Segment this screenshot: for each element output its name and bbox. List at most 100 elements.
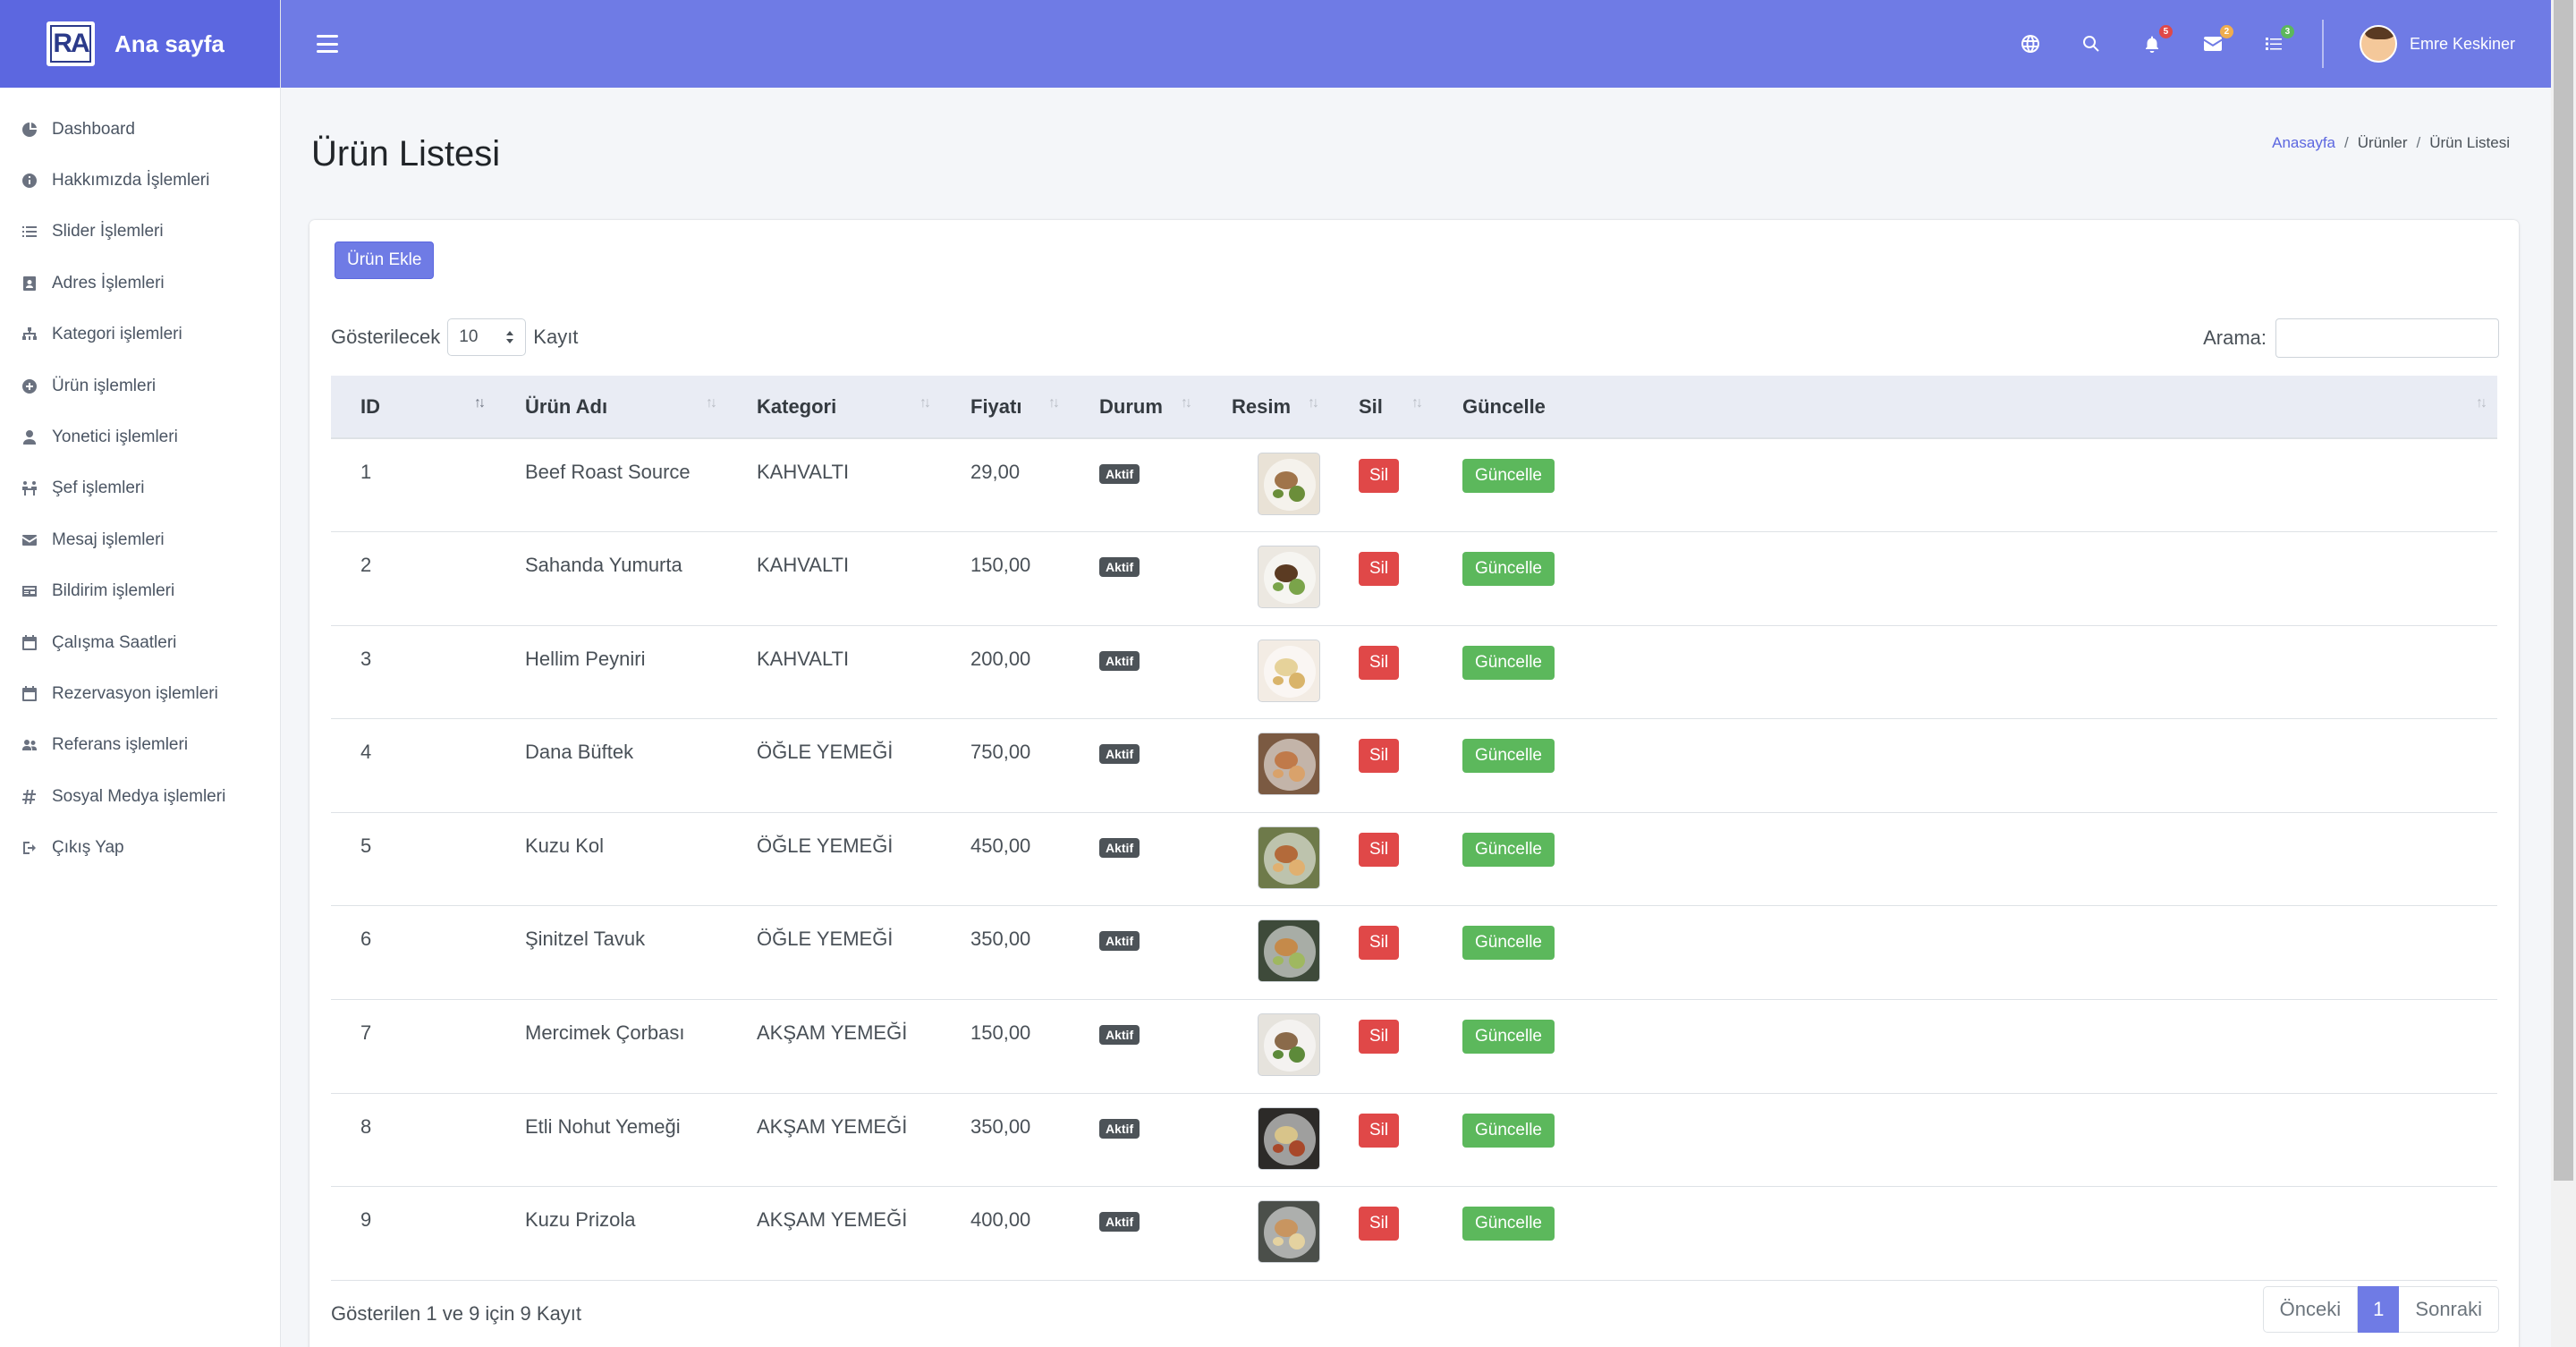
plus-circle-icon <box>20 377 39 396</box>
product-image <box>1258 639 1320 702</box>
update-button[interactable]: Güncelle <box>1462 645 1555 680</box>
delete-button[interactable]: Sil <box>1359 1113 1400 1148</box>
info-icon <box>20 171 39 191</box>
table-header: ID ↑↓ Ürün Adı ↑↓ Kategori ↑↓ Fiyatı ↑↓ Durum ↑↓ R… <box>331 376 2497 439</box>
user-name: Emre Keskiner <box>2409 34 2515 53</box>
sidebar-item-1[interactable]: Hakkımızda İşlemleri <box>0 155 280 206</box>
cell-update: Güncelle <box>1433 532 2497 626</box>
cell-id: 9 <box>360 1208 372 1232</box>
delete-button[interactable]: Sil <box>1359 645 1400 680</box>
status-badge: Aktif <box>1099 650 1140 671</box>
product-image <box>1258 826 1320 889</box>
cell-update: Güncelle <box>1433 438 2497 532</box>
column-header[interactable]: Resim ↑↓ <box>1202 376 1329 439</box>
tasks-icon[interactable]: 3 <box>2261 25 2294 56</box>
sidebar-item-12[interactable]: Referans işlemleri <box>0 720 280 771</box>
cell-id: 1 <box>360 461 372 483</box>
status-badge: Aktif <box>1099 464 1140 484</box>
table-row: 8 Etli Nohut Yemeği AKŞAM YEMEĞİ 350,00 Akti… <box>331 1093 2497 1187</box>
sidebar-item-3[interactable]: Adres İşlemleri <box>0 258 280 309</box>
column-header[interactable]: Kategori ↑↓ <box>727 376 941 439</box>
update-button[interactable]: Güncelle <box>1462 459 1555 493</box>
delete-button[interactable]: Sil <box>1359 832 1400 867</box>
search-input[interactable] <box>2275 318 2499 358</box>
update-button[interactable]: Güncelle <box>1462 552 1555 587</box>
envelope-icon[interactable]: 2 <box>2200 25 2233 56</box>
search-icon[interactable] <box>2079 31 2104 56</box>
bell-icon[interactable]: 5 <box>2140 25 2173 56</box>
status-badge: Aktif <box>1099 837 1140 858</box>
delete-button[interactable]: Sil <box>1359 552 1400 587</box>
delete-button[interactable]: Sil <box>1359 459 1400 493</box>
page-length-select[interactable]: 10 <box>447 318 527 356</box>
column-header-label: Ürün Adı <box>525 394 608 418</box>
delete-button[interactable]: Sil <box>1359 1207 1400 1241</box>
product-image <box>1258 546 1320 609</box>
length-label-before: Gösterilecek <box>331 326 441 348</box>
sidebar-item-label: Hakkımızda İşlemleri <box>52 171 210 191</box>
cell-status: Aktif <box>1070 906 1202 1000</box>
update-button[interactable]: Güncelle <box>1462 1113 1555 1148</box>
column-header-label: ID <box>360 394 380 418</box>
address-card-icon <box>20 274 39 293</box>
column-header[interactable]: Sil ↑↓ <box>1329 376 1433 439</box>
menu-toggle-icon[interactable] <box>317 35 338 53</box>
sort-icon: ↑↓ <box>706 395 717 411</box>
sidebar-item-4[interactable]: Kategori işlemleri <box>0 309 280 360</box>
cell-status: Aktif <box>1070 1093 1202 1187</box>
page-title: Ürün Listesi <box>311 134 501 174</box>
sidebar-item-11[interactable]: Rezervasyon işlemleri <box>0 668 280 719</box>
sidebar-item-6[interactable]: Yonetici işlemleri <box>0 411 280 462</box>
update-button[interactable]: Güncelle <box>1462 926 1555 961</box>
cell-id: 8 <box>360 1114 372 1138</box>
brand-link[interactable]: RA Ana sayfa <box>0 0 280 88</box>
cell-delete: Sil <box>1329 625 1433 719</box>
user-menu[interactable]: Emre Keskiner <box>2359 25 2515 63</box>
update-button[interactable]: Güncelle <box>1462 832 1555 867</box>
sidebar-item-7[interactable]: Şef işlemleri <box>0 463 280 514</box>
page-button-1[interactable]: 1 <box>2358 1286 2400 1333</box>
column-header[interactable]: Durum ↑↓ <box>1070 376 1202 439</box>
delete-button[interactable]: Sil <box>1359 1020 1400 1055</box>
cell-image <box>1202 625 1329 719</box>
column-header[interactable]: ID ↑↓ <box>331 376 496 439</box>
sidebar-item-2[interactable]: Slider İşlemleri <box>0 207 280 258</box>
delete-button[interactable]: Sil <box>1359 926 1400 961</box>
sidebar-item-5[interactable]: Ürün işlemleri <box>0 360 280 411</box>
product-image <box>1258 733 1320 796</box>
main-content: Ürün Listesi Anasayfa / Ürünler / Ürün Liste… <box>281 88 2551 1347</box>
column-header[interactable]: Fiyatı ↑↓ <box>941 376 1070 439</box>
table-row: 2 Sahanda Yumurta KAHVALTI 150,00 Aktif Sil Gü… <box>331 532 2497 626</box>
topbar-divider <box>2321 20 2324 68</box>
table-body: 1 Beef Roast Source KAHVALTI 29,00 Aktif Sil G… <box>331 438 2497 1281</box>
brand-logo: RA <box>47 21 95 66</box>
cell-product-name: Şinitzel Tavuk <box>525 928 646 951</box>
scrollbar-thumb[interactable] <box>2554 0 2573 1181</box>
next-page-button[interactable]: Sonraki <box>2399 1286 2499 1333</box>
cell-image <box>1202 906 1329 1000</box>
sidebar-item-8[interactable]: Mesaj işlemleri <box>0 514 280 565</box>
sidebar-item-13[interactable]: Sosyal Medya işlemleri <box>0 771 280 822</box>
column-header[interactable]: Güncelle ↑↓ <box>1433 376 2497 439</box>
column-header[interactable]: Ürün Adı ↑↓ <box>496 376 727 439</box>
update-button[interactable]: Güncelle <box>1462 1207 1555 1241</box>
cell-status: Aktif <box>1070 625 1202 719</box>
delete-button[interactable]: Sil <box>1359 739 1400 774</box>
sidebar-item-9[interactable]: Bildirim işlemleri <box>0 566 280 617</box>
sidebar-item-0[interactable]: Dashboard <box>0 104 280 155</box>
dashboard-icon <box>20 120 39 140</box>
previous-page-button[interactable]: Önceki <box>2262 1286 2359 1333</box>
add-product-button[interactable]: Ürün Ekle <box>335 241 435 279</box>
page: RA Ana sayfa Dashboard Hakkımızda İşlemle… <box>0 0 2576 1347</box>
globe-icon[interactable] <box>2018 31 2043 56</box>
update-button[interactable]: Güncelle <box>1462 1020 1555 1055</box>
sidebar-item-10[interactable]: Çalışma Saatleri <box>0 617 280 668</box>
brand-title: Ana sayfa <box>114 30 225 57</box>
sidebar-item-14[interactable]: Çıkış Yap <box>0 822 280 873</box>
update-button[interactable]: Güncelle <box>1462 739 1555 774</box>
breadcrumb-home[interactable]: Anasayfa <box>2272 134 2335 151</box>
cell-image <box>1202 1093 1329 1187</box>
cell-delete: Sil <box>1329 1000 1433 1094</box>
page-scrollbar[interactable] <box>2551 0 2576 1347</box>
breadcrumb-section: Ürünler <box>2357 134 2408 151</box>
